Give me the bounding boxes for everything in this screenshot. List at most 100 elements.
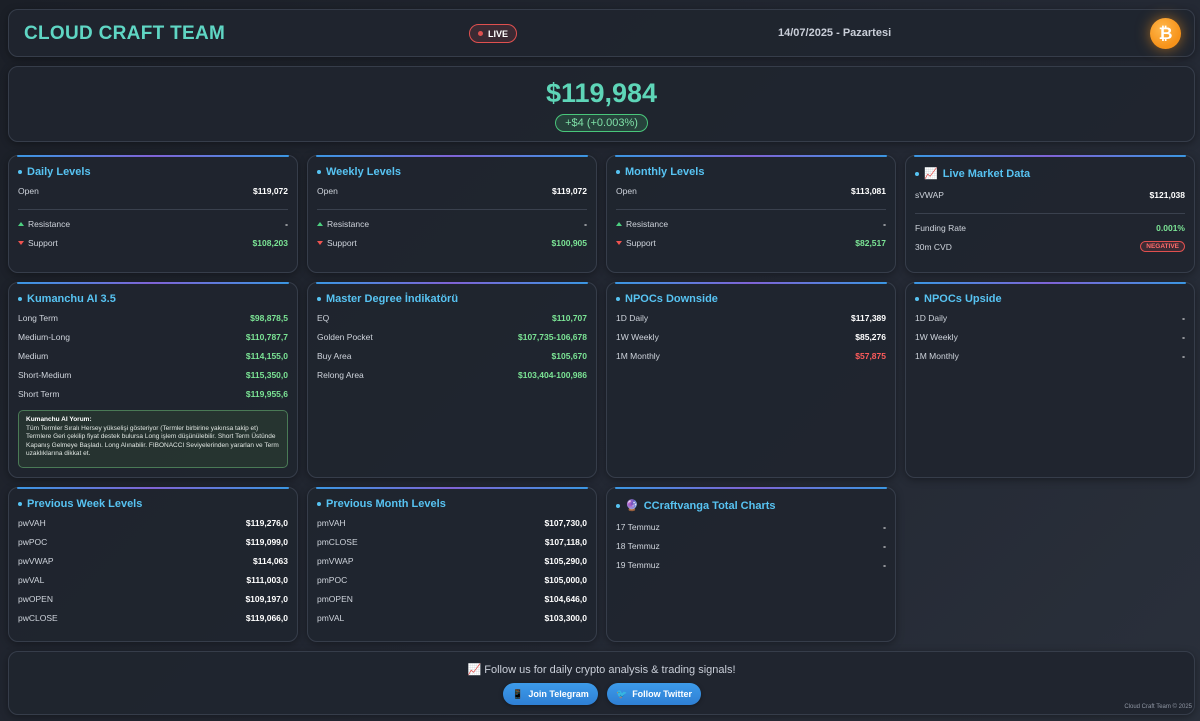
row-value: 0.001% xyxy=(1156,222,1185,233)
row-value: - xyxy=(584,218,587,229)
row-label: 1D Daily xyxy=(915,312,948,323)
row-label: pwVWAP xyxy=(18,555,54,566)
row-value: $110,787,7 xyxy=(245,331,288,342)
list-item: pmPOC $105,000,0 xyxy=(317,570,587,589)
list-item: pmOPEN $104,646,0 xyxy=(317,589,587,608)
live-dot-icon xyxy=(478,31,483,36)
npocs-downside-card: NPOCs Downside 1D Daily $117,389 1W Weekly… xyxy=(606,282,896,478)
card-title: Kumanchu AI 3.5 xyxy=(27,293,116,305)
row-label: pmOPEN xyxy=(317,593,353,604)
row-label: pmCLOSE xyxy=(317,536,358,547)
brand-title: CLOUD CRAFT TEAM xyxy=(24,23,226,44)
arrow-up-icon xyxy=(616,221,622,226)
card-title: Daily Levels xyxy=(27,166,91,178)
list-item: Short Term $119,955,6 xyxy=(18,384,288,403)
bullet-icon xyxy=(915,297,919,301)
bullet-icon xyxy=(18,170,22,174)
join-telegram-button[interactable]: 📱 Join Telegram xyxy=(503,683,598,705)
row-support: Support $100,905 xyxy=(317,233,587,252)
row-value: $119,099,0 xyxy=(245,536,288,547)
ccraftvanga-card: 🔮 CCraftvanga Total Charts 17 Temmuz -18 T… xyxy=(606,487,896,642)
list-item: pmCLOSE $107,118,0 xyxy=(317,532,587,551)
row-value: $111,003,0 xyxy=(246,574,288,585)
price-panel: $119,984 +$4 (+0.003%) xyxy=(8,66,1195,142)
row-value: $109,197,0 xyxy=(245,593,288,604)
live-label: LIVE xyxy=(488,28,509,39)
row-label: Resistance xyxy=(28,218,71,229)
row-label: pwVAL xyxy=(18,574,45,585)
row-value: $108,203 xyxy=(252,237,288,248)
row-cvd: 30m CVD NEGATIVE xyxy=(915,237,1185,256)
card-title: Weekly Levels xyxy=(326,166,402,178)
list-item: pwVAL $111,003,0 xyxy=(18,570,288,589)
card-title: Master Degree İndikatörü xyxy=(326,293,459,305)
arrow-down-icon xyxy=(616,240,622,245)
row-value: $107,118,0 xyxy=(544,536,587,547)
bullet-icon xyxy=(915,171,919,176)
follow-label: Follow us for daily crypto analysis & tr… xyxy=(484,664,736,676)
row-resistance: Resistance - xyxy=(317,214,587,233)
row-label: pmPOC xyxy=(317,574,348,585)
list-item: Long Term $98,878,5 xyxy=(18,308,288,327)
bullet-icon xyxy=(317,170,321,174)
row-value: $119,955,6 xyxy=(245,388,288,399)
row-value: - xyxy=(1182,350,1185,361)
list-item: pwPOC $119,099,0 xyxy=(18,532,288,551)
row-label: pwCLOSE xyxy=(18,612,58,623)
card-title: Previous Month Levels xyxy=(326,498,446,510)
row-label: 18 Temmuz xyxy=(616,540,660,551)
row-value: $103,404-100,986 xyxy=(517,369,587,380)
arrow-down-icon xyxy=(317,240,323,245)
row-open: Open $113,081 xyxy=(616,181,886,200)
previous-week-card: Previous Week Levels pwVAH $119,276,0 pwPO… xyxy=(8,487,298,642)
row-support: Support $108,203 xyxy=(18,233,288,252)
list-item: 1D Daily $117,389 xyxy=(616,308,886,327)
row-label: 19 Temmuz xyxy=(616,559,660,570)
phone-icon: 📱 xyxy=(512,688,524,699)
row-value: $105,000,0 xyxy=(544,574,587,585)
row-value: $114,063 xyxy=(253,555,288,566)
bullet-icon xyxy=(616,170,620,174)
row-label: pmVAL xyxy=(317,612,345,623)
current-price: $119,984 xyxy=(545,78,658,108)
bullet-icon xyxy=(616,297,620,301)
card-title: CCraftvanga Total Charts xyxy=(643,499,776,512)
row-value: $82,517 xyxy=(855,237,886,248)
comment-text: Tüm Termler Sıralı Hersey yükselişi göst… xyxy=(26,424,279,458)
negative-badge: NEGATIVE xyxy=(1140,241,1185,252)
row-value: - xyxy=(883,559,886,570)
row-value: - xyxy=(883,521,886,532)
list-item: 17 Temmuz - xyxy=(616,517,886,536)
crystal-ball-icon: 🔮 xyxy=(625,500,639,512)
list-item: 1W Weekly $85,276 xyxy=(616,327,886,346)
follow-twitter-button[interactable]: 🐦 Follow Twitter xyxy=(607,683,701,705)
row-value: $119,276,0 xyxy=(245,517,288,528)
row-label: Short Term xyxy=(18,388,60,399)
list-item: pwCLOSE $119,066,0 xyxy=(18,608,288,627)
row-label: Support xyxy=(327,237,357,248)
row-value: $103,300,0 xyxy=(544,612,587,623)
row-open: Open $119,072 xyxy=(18,181,288,200)
arrow-down-icon xyxy=(18,240,24,245)
row-open: Open $119,072 xyxy=(317,181,587,200)
price-change-badge: +$4 (+0.003%) xyxy=(555,114,648,132)
card-title: Monthly Levels xyxy=(625,166,705,178)
row-value: $113,081 xyxy=(851,185,886,196)
row-svwap: sVWAP $121,038 xyxy=(915,185,1185,204)
list-item: 18 Temmuz - xyxy=(616,536,886,555)
footer-panel: 📈 Follow us for daily crypto analysis & … xyxy=(8,651,1195,715)
bullet-icon xyxy=(317,297,321,301)
row-label: Medium-Long xyxy=(18,331,70,342)
bitcoin-icon: ₿ xyxy=(1150,18,1181,49)
header-bar: CLOUD CRAFT TEAM LIVE 14/07/2025 - Pazar… xyxy=(8,9,1195,57)
row-label: pmVWAP xyxy=(317,555,354,566)
card-title: NPOCs Upside xyxy=(924,293,1002,305)
card-title: NPOCs Downside xyxy=(625,293,718,305)
prev-week-rows: pwVAH $119,276,0 pwPOC $119,099,0 pwVWAP $114… xyxy=(18,513,288,627)
row-label: Resistance xyxy=(327,218,370,229)
row-label: 30m CVD xyxy=(915,241,952,252)
follow-text: 📈 Follow us for daily crypto analysis & … xyxy=(9,663,1194,676)
button-label: Follow Twitter xyxy=(632,689,693,699)
bird-icon: 🐦 xyxy=(615,688,628,699)
button-label: Join Telegram xyxy=(528,689,589,699)
